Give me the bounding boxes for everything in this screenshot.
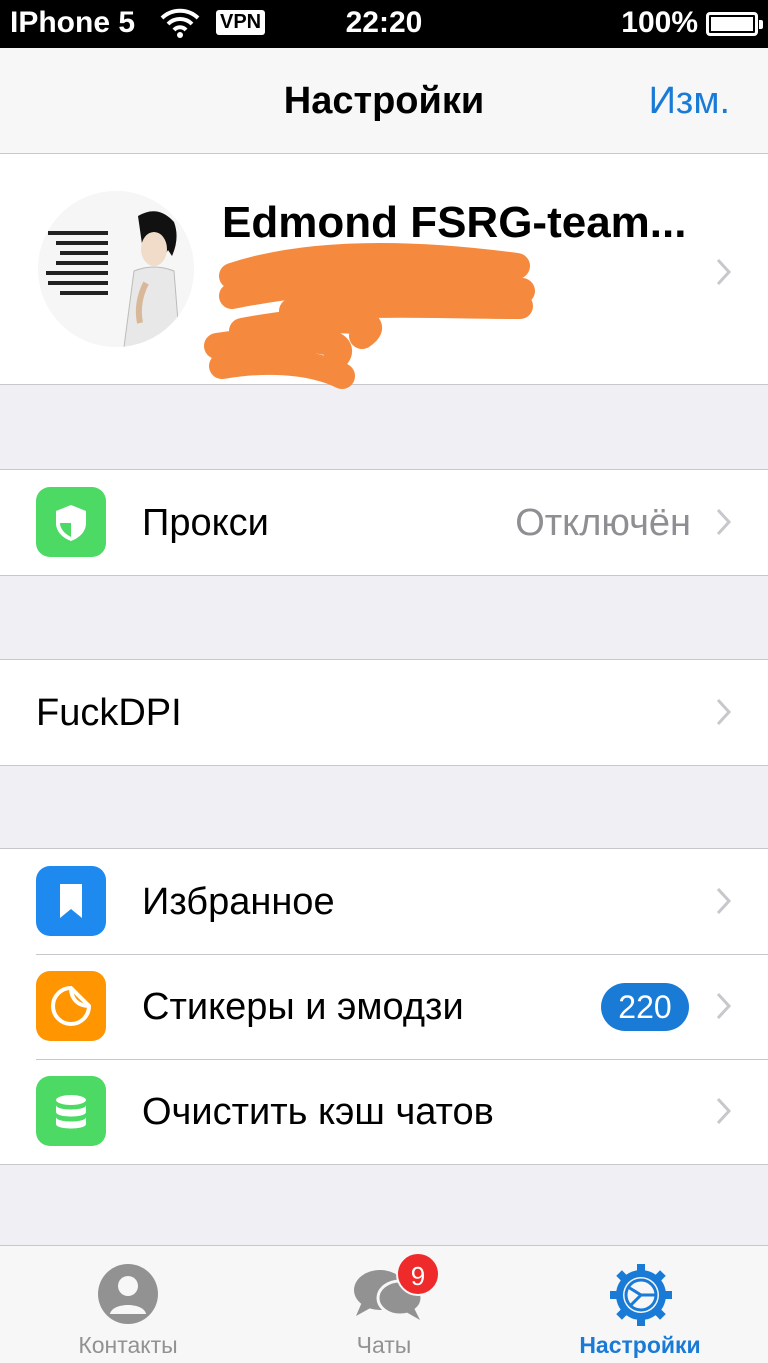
bookmark-icon: [36, 866, 106, 936]
database-icon: [36, 1076, 106, 1146]
tab-settings[interactable]: Настройки: [512, 1246, 768, 1363]
proxy-row[interactable]: Прокси Отключён: [0, 470, 768, 575]
tab-contacts-label: Контакты: [78, 1332, 178, 1358]
chevron-right-icon: [716, 992, 732, 1020]
battery-icon: [706, 12, 763, 36]
edit-button[interactable]: Изм.: [649, 80, 730, 123]
sticker-icon: [36, 971, 106, 1041]
shield-icon: [36, 487, 106, 557]
clear-cache-row[interactable]: Очистить кэш чатов: [0, 1059, 768, 1164]
tab-chats-label: Чаты: [356, 1332, 412, 1358]
proxy-status: Отключён: [515, 502, 691, 544]
misc-group: Избранное Стикеры и эмодзи 220 Очистить …: [0, 848, 768, 1165]
fuckdpi-group: FuckDPI: [0, 659, 768, 766]
nav-bar: Настройки Изм.: [0, 48, 768, 154]
favorites-row[interactable]: Избранное: [0, 849, 768, 954]
tab-chats[interactable]: 9 Чаты: [256, 1246, 512, 1363]
chats-unread-badge: 9: [396, 1252, 440, 1296]
battery-percent: 100%: [621, 6, 698, 39]
tab-contacts[interactable]: Контакты: [0, 1246, 256, 1363]
chevron-right-icon: [716, 258, 732, 286]
proxy-label: Прокси: [142, 502, 269, 544]
stickers-row[interactable]: Стикеры и эмодзи 220: [0, 954, 768, 1059]
proxy-group: Прокси Отключён: [0, 469, 768, 576]
chevron-right-icon: [716, 887, 732, 915]
profile-row[interactable]: Edmond FSRG-team...: [0, 154, 768, 389]
tab-settings-label: Настройки: [579, 1332, 701, 1358]
chevron-right-icon: [716, 508, 732, 536]
avatar-image: [38, 191, 194, 347]
fuckdpi-label: FuckDPI: [36, 692, 182, 734]
stickers-label: Стикеры и эмодзи: [142, 986, 464, 1028]
person-icon: [98, 1264, 158, 1324]
chevron-right-icon: [716, 698, 732, 726]
chevron-right-icon: [716, 1097, 732, 1125]
tab-bar: Контакты 9 Чаты Настройки: [0, 1245, 768, 1363]
status-bar: IPhone 5 VPN 22:20 100%: [0, 0, 768, 48]
fuckdpi-row[interactable]: FuckDPI: [0, 660, 768, 765]
stickers-count-badge: 220: [601, 983, 689, 1031]
avatar: [38, 191, 194, 347]
gear-icon: [610, 1264, 672, 1326]
clear-cache-label: Очистить кэш чатов: [142, 1091, 494, 1133]
favorites-label: Избранное: [142, 881, 335, 923]
